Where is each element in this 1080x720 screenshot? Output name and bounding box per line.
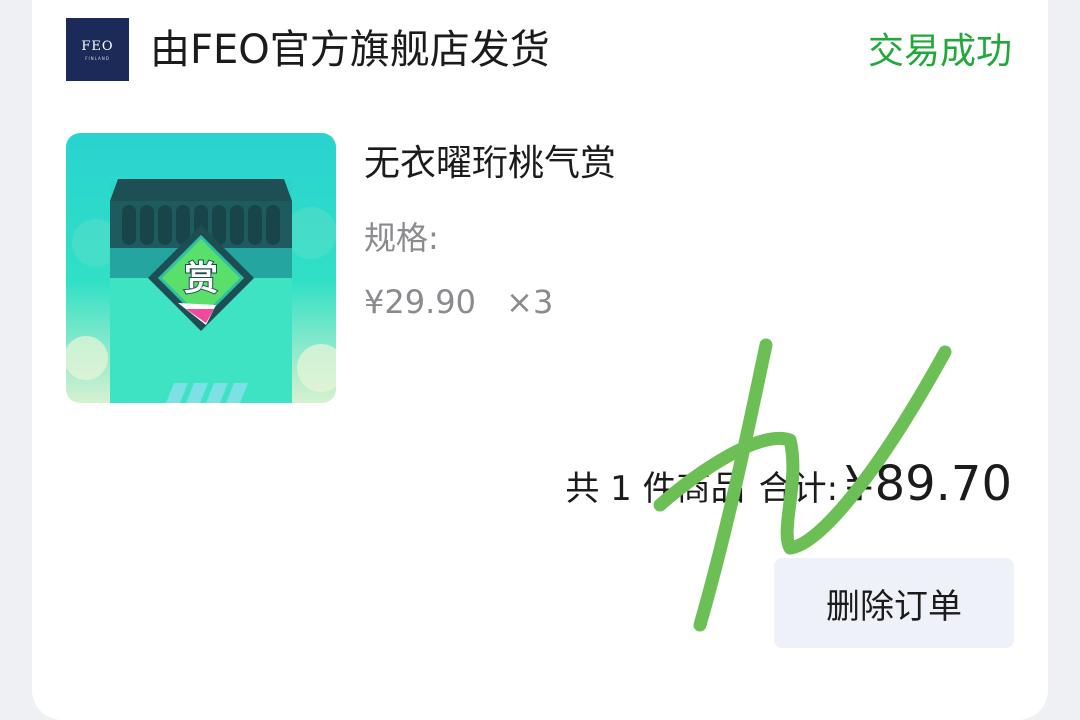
total-label: 合计: <box>758 469 839 509</box>
blind-box-icon: 赏 <box>66 179 336 403</box>
store-logo-subtext: FINLAND <box>85 55 110 61</box>
store-name[interactable]: 由FEO官方旗舰店发货 <box>150 22 550 78</box>
product-thumbnail[interactable]: 赏 <box>66 133 336 403</box>
product-price: ¥29.90 <box>364 283 476 321</box>
thumbnail-badge-text: 赏 <box>184 259 218 299</box>
store-logo[interactable]: FEO FINLAND <box>66 18 129 81</box>
total-amount: ¥89.70 <box>844 456 1012 512</box>
order-status: 交易成功 <box>867 31 1012 72</box>
product-price-row: ¥29.90 ×3 <box>364 278 553 326</box>
order-summary: 共 1 件商品 合计: ¥89.70 <box>565 456 1012 516</box>
product-quantity: ×3 <box>506 283 554 321</box>
item-count: 共 1 件商品 <box>565 469 745 509</box>
product-title[interactable]: 无衣曜珩桃气赏 <box>364 138 616 190</box>
store-logo-text: FEO <box>81 38 114 54</box>
delete-order-button[interactable]: 删除订单 <box>774 558 1014 648</box>
product-spec-label: 规格: <box>364 219 439 257</box>
